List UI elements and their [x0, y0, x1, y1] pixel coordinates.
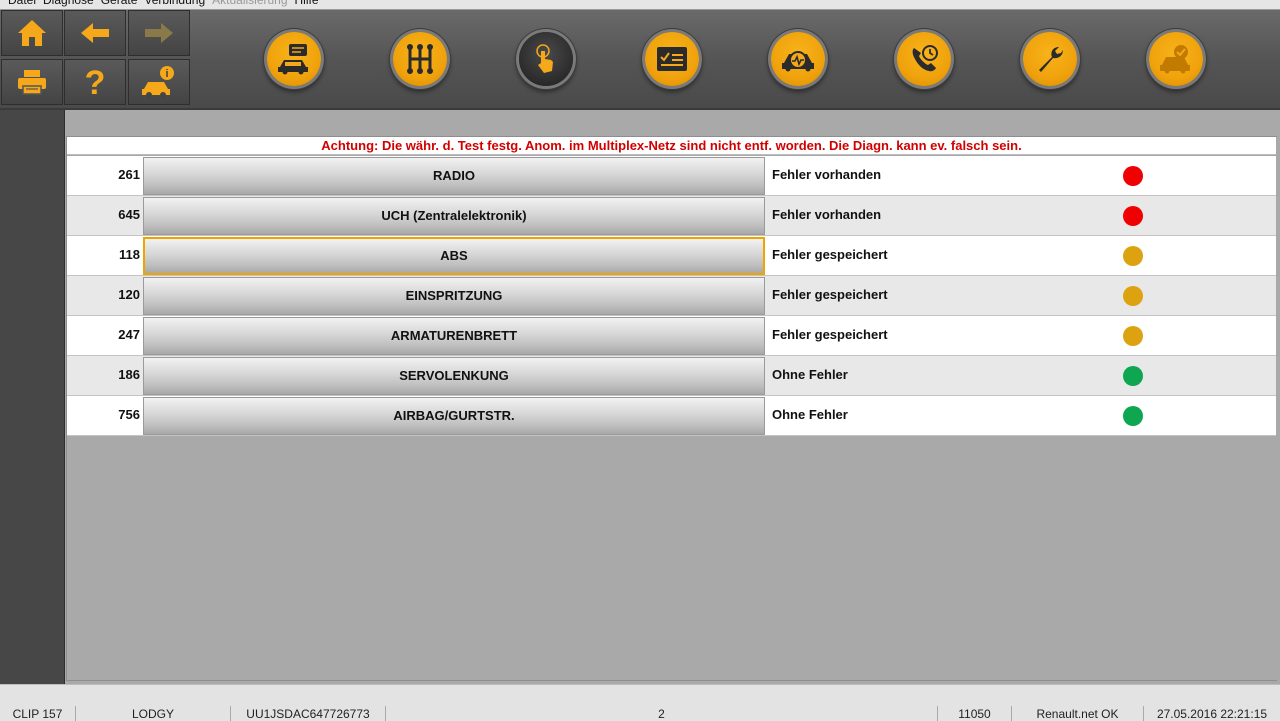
- table-row: 645 UCH (Zentralelektronik) Fehler vorhand…: [67, 196, 1276, 236]
- vehicle-identification-button[interactable]: [267, 32, 321, 86]
- status-tool: CLIP 157: [0, 706, 76, 721]
- help-button[interactable]: ?: [64, 59, 126, 105]
- ecu-button[interactable]: SERVOLENKUNG: [143, 357, 765, 395]
- svg-text:i: i: [165, 68, 168, 80]
- toolbar: ? i: [0, 10, 1280, 110]
- status-indicator-icon: [1123, 326, 1143, 346]
- gearbox-button[interactable]: [393, 32, 447, 86]
- ecu-button[interactable]: AIRBAG/GURTSTR.: [143, 397, 765, 435]
- phone-support-icon: [912, 45, 938, 72]
- status-indicator-icon: [1123, 366, 1143, 386]
- multiplex-warning: Achtung: Die währ. d. Test festg. Anom. …: [67, 137, 1276, 155]
- ecu-status: Fehler vorhanden: [772, 207, 882, 222]
- table-row: 120 EINSPRITZUNG Fehler gespeichert: [67, 276, 1276, 316]
- ecu-status: Ohne Fehler: [772, 367, 848, 382]
- status-datetime: 27.05.2016 22:21:15: [1156, 707, 1268, 721]
- ecu-status: Fehler gespeichert: [772, 247, 888, 262]
- table-row: 118 ABS Fehler gespeichert: [67, 236, 1276, 276]
- table-row: 756 AIRBAG/GURTSTR. Ohne Fehler: [67, 396, 1276, 436]
- ecu-code: 756: [118, 407, 140, 422]
- ecu-code: 118: [119, 247, 140, 262]
- printer-icon: [18, 70, 46, 95]
- svg-text:?: ?: [85, 65, 106, 99]
- ecu-status: Fehler gespeichert: [772, 327, 888, 342]
- menu-bar: Datei Diagnose Geräte Verbindung Aktualisier…: [0, 0, 1280, 10]
- forward-button[interactable]: [128, 10, 190, 56]
- status-vin: UU1JSDAC647726773: [231, 706, 386, 721]
- status-code: 11050: [938, 706, 1012, 721]
- menu-item-aktualisierung[interactable]: Aktualisierung: [212, 0, 287, 7]
- status-network: Renault.net OK: [1012, 706, 1144, 721]
- status-indicator-icon: [1123, 166, 1143, 186]
- table-row: 247 ARMATURENBRETT Fehler gespeichert: [67, 316, 1276, 356]
- status-bar: CLIP 157 LODGY UU1JSDAC647726773 2 11050…: [0, 684, 1280, 721]
- status-indicator-icon: [1123, 406, 1143, 426]
- status-indicator-icon: [1123, 286, 1143, 306]
- status-vehicle: LODGY: [76, 706, 231, 721]
- checklist-icon: [657, 47, 687, 71]
- help-icon: ?: [85, 65, 106, 99]
- ecu-code: 261: [118, 167, 140, 182]
- left-panel: [0, 110, 65, 684]
- gearbox-icon: [407, 44, 433, 74]
- ecu-code: 645: [118, 207, 140, 222]
- menu-item-geräte[interactable]: Geräte: [101, 0, 138, 7]
- vehicle-info-icon: i: [142, 66, 174, 98]
- ecu-button[interactable]: RADIO: [143, 157, 765, 195]
- vehicle-check-icon: [1160, 45, 1190, 74]
- vehicle-info-button[interactable]: i: [128, 59, 190, 105]
- ecu-status: Ohne Fehler: [772, 407, 848, 422]
- ecu-code: 120: [118, 287, 140, 302]
- row-divider: [67, 435, 1276, 436]
- menu-item-verbindung[interactable]: Verbindung: [144, 0, 205, 7]
- touch-hand-icon: [536, 44, 553, 73]
- touch-button[interactable]: [519, 32, 573, 86]
- ecu-table: 261 RADIO Fehler vorhanden 645 UCH (Zentrale…: [67, 156, 1276, 436]
- phone-support-button[interactable]: [897, 32, 951, 86]
- forward-arrow-icon: [145, 23, 173, 43]
- back-arrow-icon: [81, 23, 109, 43]
- menu-item-diagnose[interactable]: Diagnose: [43, 0, 94, 7]
- print-button[interactable]: [1, 59, 63, 105]
- status-count: 2: [386, 706, 938, 721]
- status-indicator-icon: [1123, 206, 1143, 226]
- home-button[interactable]: [1, 10, 63, 56]
- table-row: 261 RADIO Fehler vorhanden: [67, 156, 1276, 196]
- ecu-button[interactable]: ARMATURENBRETT: [143, 317, 765, 355]
- vehicle-check-button[interactable]: [1149, 32, 1203, 86]
- back-button[interactable]: [64, 10, 126, 56]
- ecu-button[interactable]: ABS: [143, 237, 765, 275]
- ecu-button[interactable]: EINSPRITZUNG: [143, 277, 765, 315]
- vehicle-diagnostic-icon: [782, 51, 814, 72]
- menu-item-datei[interactable]: Datei: [8, 0, 36, 7]
- ecu-code: 186: [118, 367, 140, 382]
- menu-items: Datei Diagnose Geräte Verbindung Aktualisier…: [8, 0, 319, 7]
- vehicle-diagnostic-button[interactable]: [771, 32, 825, 86]
- home-icon: [18, 20, 46, 46]
- wrench-button[interactable]: [1023, 32, 1077, 86]
- ecu-status: Fehler vorhanden: [772, 167, 882, 182]
- ecu-status: Fehler gespeichert: [772, 287, 888, 302]
- vehicle-identification-icon: [278, 44, 308, 75]
- status-indicator-icon: [1123, 246, 1143, 266]
- wrench-icon: [1039, 47, 1063, 72]
- checklist-button[interactable]: [645, 32, 699, 86]
- ecu-button[interactable]: UCH (Zentralelektronik): [143, 197, 765, 235]
- main-area: Achtung: Die währ. d. Test festg. Anom. …: [65, 110, 1280, 684]
- ecu-code: 247: [118, 327, 140, 342]
- table-row: 186 SERVOLENKUNG Ohne Fehler: [67, 356, 1276, 396]
- menu-item-hilfe[interactable]: Hilfe: [295, 0, 319, 7]
